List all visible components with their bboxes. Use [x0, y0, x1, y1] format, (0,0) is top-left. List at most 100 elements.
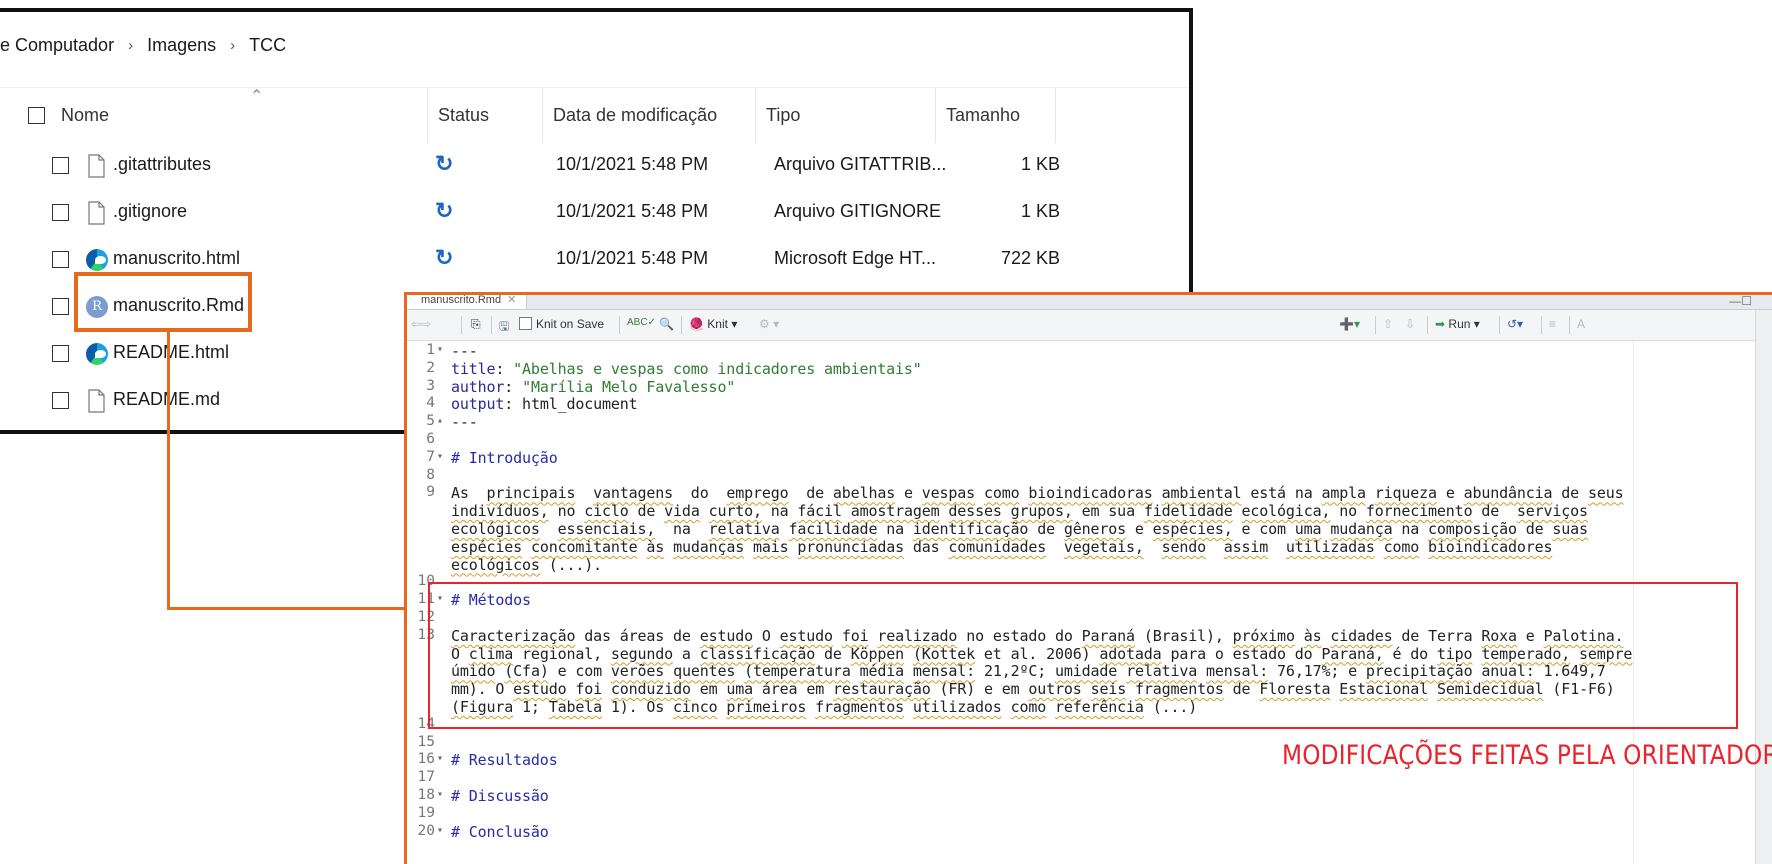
toolbar-separator — [1569, 316, 1570, 334]
connector-line-horizontal — [167, 607, 432, 610]
code-line: ecológicos essenciais, na relativa facil… — [451, 520, 1588, 538]
toolbar-separator — [491, 316, 492, 334]
column-header-size[interactable]: Tamanho — [936, 88, 1056, 143]
fold-up-icon[interactable]: ▴ — [437, 415, 443, 426]
go-up-icon[interactable]: ⇧ — [1383, 317, 1393, 331]
knit-label: Knit — [707, 317, 728, 331]
blank-file-icon — [88, 201, 105, 225]
pane-splitter[interactable] — [1755, 310, 1772, 864]
row-checkbox[interactable] — [52, 345, 69, 362]
row-checkbox[interactable] — [52, 298, 69, 315]
chevron-right-icon: › — [128, 36, 134, 54]
fold-down-icon[interactable]: ▾ — [437, 344, 443, 355]
run-arrow-icon: ➡ — [1435, 317, 1446, 331]
code-line: # Discussão — [451, 787, 549, 805]
breadcrumb-item-imagens[interactable]: Imagens — [147, 35, 216, 56]
run-label: Run — [1448, 317, 1471, 331]
file-date: 10/1/2021 5:48 PM — [556, 154, 709, 174]
line-number: 2 — [426, 359, 435, 376]
line-number: 6 — [426, 431, 435, 447]
sync-icon: ↻ — [435, 198, 454, 223]
fold-down-icon[interactable]: ▾ — [437, 753, 443, 764]
save-icon[interactable]: 🖫 — [499, 317, 509, 338]
blank-file-icon — [88, 389, 105, 413]
knit-on-save-label: Knit on Save — [536, 317, 605, 331]
search-icon[interactable]: 🔍 — [659, 317, 674, 331]
column-header-date[interactable]: Data de modificação — [543, 88, 756, 143]
row-checkbox[interactable] — [52, 392, 69, 409]
pane-window-controls[interactable]: —☐ — [1729, 295, 1752, 307]
annotation-text: MODIFICAÇÕES FEITAS PELA ORIENTADORA — [1282, 740, 1772, 771]
column-header-status[interactable]: Status — [428, 88, 543, 143]
file-name: .gitattributes — [113, 154, 212, 174]
column-header-name[interactable]: Nome ⌃ — [28, 88, 428, 143]
code-line: --- — [451, 342, 478, 360]
file-size: 722 KB — [1000, 248, 1060, 268]
code-line: # Introdução — [451, 448, 558, 467]
toolbar-separator — [1375, 316, 1376, 334]
row-checkbox[interactable] — [52, 204, 69, 221]
code-line: # Conclusão — [451, 822, 549, 841]
code-line: ecológicos (...). — [451, 555, 602, 574]
show-in-window-icon[interactable]: ⎘ — [471, 317, 481, 332]
fold-down-icon[interactable]: ▾ — [437, 789, 443, 800]
select-all-checkbox[interactable] — [28, 107, 45, 124]
rerun-icon[interactable]: ↺▾ — [1507, 317, 1523, 331]
column-header-type[interactable]: Tipo — [756, 88, 936, 143]
knit-on-save-toggle[interactable]: Knit on Save — [519, 317, 604, 331]
code-line: output: html_document — [451, 395, 638, 414]
file-size: 1 KB — [1020, 154, 1060, 174]
settings-gear-icon[interactable]: ⚙ ▾ — [759, 317, 779, 331]
code-line: title: "Abelhas e vespas como indicadore… — [451, 359, 922, 378]
spellcheck-icon[interactable]: ABC✓ — [627, 317, 656, 328]
editor-toolbar: ⇦⇨ ⎘ 🖫 Knit on Save ABC✓ 🔍 🧶 Knit ▾ ⚙ ▾ … — [407, 310, 1772, 341]
line-number: 19 — [417, 804, 435, 821]
outline-icon[interactable]: ≡ — [1549, 317, 1556, 331]
toolbar-separator — [619, 316, 620, 334]
go-down-icon[interactable]: ⇩ — [1405, 317, 1415, 331]
breadcrumb-item-tcc[interactable]: TCC — [249, 35, 286, 56]
close-icon[interactable]: ✕ — [507, 295, 516, 306]
fold-down-icon[interactable]: ▾ — [437, 825, 443, 836]
editor-tab-bar: manuscrito.Rmd ✕ —☐ — [407, 295, 1772, 310]
fold-down-icon[interactable]: ▾ — [437, 451, 443, 462]
code-line: --- — [451, 413, 478, 432]
edge-icon — [86, 343, 108, 365]
column-header-name-label: Nome — [61, 105, 110, 125]
knit-button[interactable]: 🧶 Knit ▾ — [689, 317, 737, 331]
toolbar-separator — [1541, 316, 1542, 334]
toolbar-separator — [1427, 316, 1428, 334]
line-number: 9 — [426, 484, 435, 501]
methods-highlight-box — [428, 582, 1738, 729]
file-name: README.html — [113, 342, 230, 362]
line-number: 4 — [426, 395, 435, 412]
file-name: manuscrito.html — [113, 248, 241, 268]
row-checkbox[interactable] — [52, 157, 69, 174]
tab-manuscrito-rmd[interactable]: manuscrito.Rmd ✕ — [407, 295, 528, 309]
code-line: As principais vantagens do emprego de ab… — [451, 484, 1624, 503]
code-line: author: "Marília Melo Favalesso" — [451, 377, 736, 396]
file-row-gitignore[interactable]: .gitignore ↻ 10/1/2021 5:48 PM Arquivo G… — [0, 189, 1189, 236]
line-number: 17 — [417, 769, 435, 786]
run-button[interactable]: ➡ Run ▾ — [1435, 317, 1480, 331]
line-number: 8 — [426, 466, 435, 483]
edge-icon — [86, 249, 108, 271]
sync-icon: ↻ — [435, 151, 454, 176]
breadcrumb-item-computador[interactable]: e Computador — [0, 35, 114, 56]
file-type: Microsoft Edge HT... — [774, 248, 937, 268]
sort-ascending-icon: ⌃ — [250, 88, 264, 105]
back-forward-icon[interactable]: ⇦⇨ — [411, 317, 431, 331]
file-name: .gitignore — [113, 201, 188, 221]
row-checkbox[interactable] — [52, 251, 69, 268]
file-type: Arquivo GITATTRIB... — [774, 154, 947, 174]
rmd-highlight-box — [74, 272, 252, 332]
line-number: 5 — [426, 413, 435, 430]
insert-chunk-icon[interactable]: ➕▾ — [1339, 317, 1360, 331]
file-row-gitattributes[interactable]: .gitattributes ↻ 10/1/2021 5:48 PM Arqui… — [0, 142, 1189, 189]
code-line: espécies concomitante às mudanças mais p… — [451, 537, 1553, 556]
knit-on-save-checkbox[interactable] — [519, 317, 532, 330]
chevron-right-icon: › — [230, 36, 236, 54]
breadcrumb: e Computador › Imagens › TCC — [0, 30, 286, 60]
format-icon[interactable]: A — [1577, 317, 1585, 331]
line-number: 20 — [417, 822, 435, 839]
